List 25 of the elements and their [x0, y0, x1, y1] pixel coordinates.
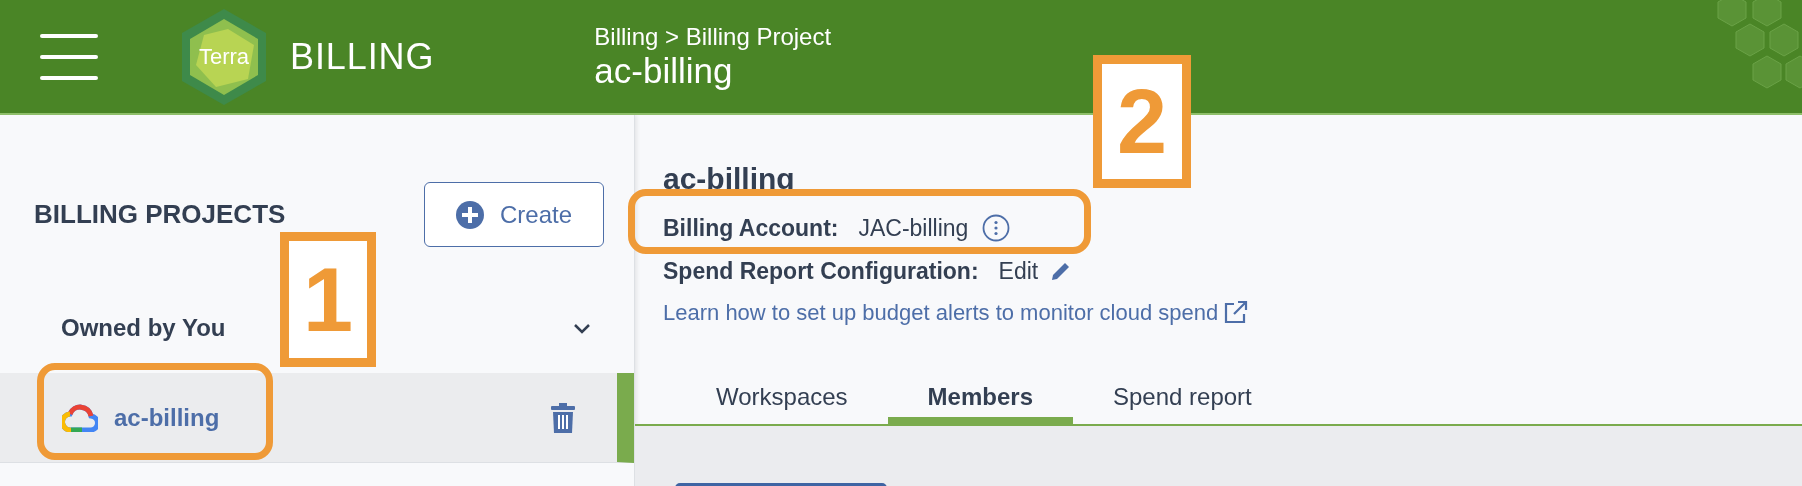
- breadcrumb: Billing > Billing Project: [594, 22, 832, 51]
- app-title: BILLING: [290, 34, 435, 79]
- edit-button[interactable]: Edit: [998, 253, 1073, 289]
- more-options-icon[interactable]: [982, 214, 1011, 242]
- trash-icon[interactable]: [551, 402, 575, 433]
- logo-text: Terra: [198, 43, 250, 71]
- billing-account-label: Billing Account:: [663, 213, 839, 243]
- annotation-number: 2: [1093, 55, 1191, 188]
- project-title: ac-billing: [663, 163, 796, 195]
- project-name: ac-billing: [114, 402, 220, 433]
- section-heading: BILLING PROJECTS: [34, 198, 286, 231]
- menu-icon: [40, 33, 98, 80]
- project-row[interactable]: ac-billing: [0, 373, 634, 463]
- page-title: ac-billing: [594, 50, 734, 91]
- external-link-icon[interactable]: [1224, 300, 1249, 324]
- annotation-number: 1: [280, 232, 376, 367]
- plus-circle-icon: [455, 200, 484, 229]
- create-button[interactable]: Create: [424, 182, 604, 247]
- budget-alerts-link[interactable]: Learn how to set up budget alerts to monitor cloud spend: [663, 295, 1219, 329]
- cloud-icon: [62, 403, 98, 432]
- tab[interactable]: Spend report: [1073, 376, 1292, 424]
- billing-account-value: JAC-billing: [858, 213, 969, 243]
- spend-report-label: Spend Report Configuration:: [663, 256, 979, 286]
- menu-button[interactable]: [40, 33, 98, 80]
- tab[interactable]: Workspaces: [676, 376, 888, 424]
